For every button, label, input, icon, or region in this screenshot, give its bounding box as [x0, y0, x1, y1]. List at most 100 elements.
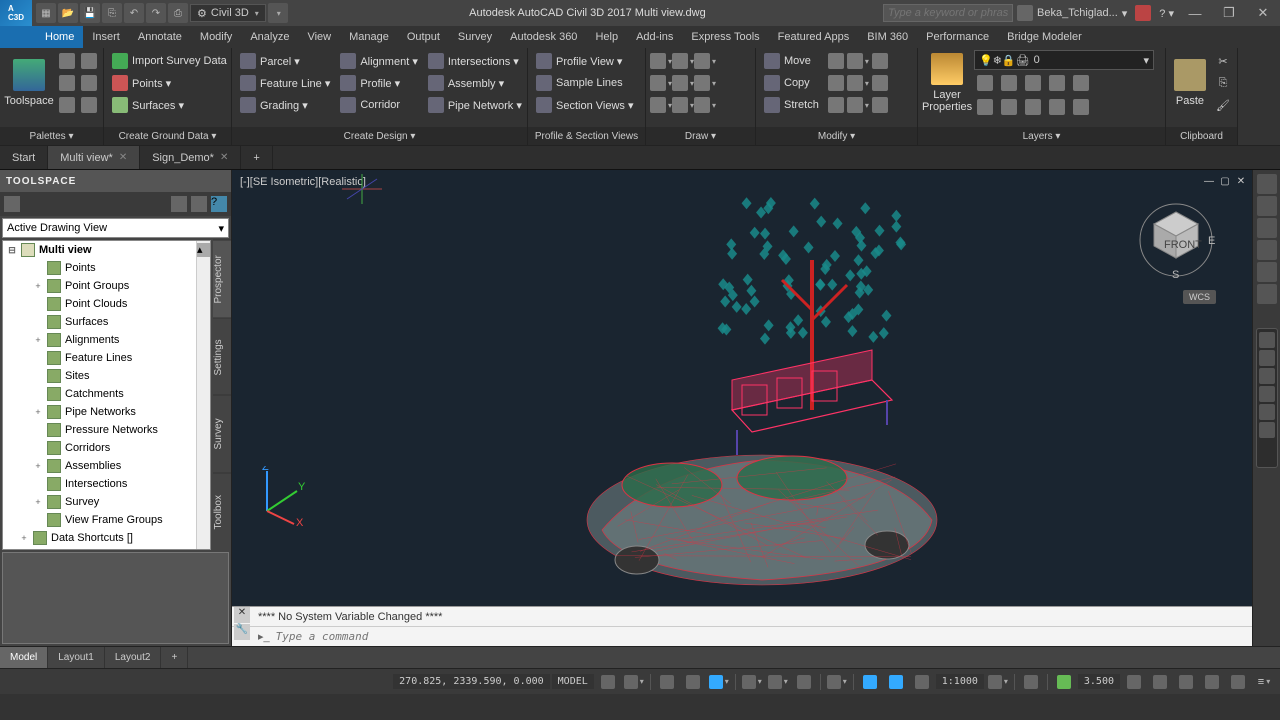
ribbon-tab-modify[interactable]: Modify [191, 26, 241, 48]
layer-tool-icon[interactable] [1070, 72, 1092, 94]
cmdline-close-icon[interactable]: ✕ [234, 607, 250, 623]
toolspace-tool-icon[interactable] [171, 196, 187, 212]
tree-node[interactable]: Corridors [3, 439, 210, 457]
ribbon-tab-autodesk-360[interactable]: Autodesk 360 [501, 26, 586, 48]
toolspace-tab-toolbox[interactable]: Toolbox [213, 473, 231, 551]
palette-icon-2[interactable] [78, 50, 100, 72]
new-tab-button[interactable]: + [241, 146, 272, 169]
toolspace-tab-settings[interactable]: Settings [213, 318, 231, 396]
toolspace-home-icon[interactable] [4, 196, 20, 212]
lineweight-icon[interactable] [825, 672, 849, 692]
profileview-button[interactable]: Profile View ▾ [532, 50, 637, 72]
nav-tool-icon[interactable] [1259, 350, 1275, 366]
nav-tool-icon[interactable] [1259, 422, 1275, 438]
layer-tool-icon[interactable] [974, 96, 996, 118]
file-tab[interactable]: Start [0, 146, 48, 169]
qat-redo-icon[interactable]: ↷ [146, 3, 166, 23]
ribbon-tab-add-ins[interactable]: Add-ins [627, 26, 682, 48]
nav-tool-icon[interactable] [1259, 368, 1275, 384]
trim-icon[interactable] [847, 50, 869, 72]
assembly-button[interactable]: Assembly ▾ [424, 72, 526, 94]
nav-steering-icon[interactable] [1257, 196, 1277, 216]
scale-icon[interactable] [825, 94, 847, 116]
tree-node[interactable]: +Assemblies [3, 457, 210, 475]
tree-scrollbar[interactable]: ▴ [196, 241, 210, 549]
palette-icon-5[interactable] [56, 94, 78, 116]
mirror-icon[interactable] [825, 72, 847, 94]
palette-icon-3[interactable] [56, 72, 78, 94]
qat-undo-icon[interactable]: ↶ [124, 3, 144, 23]
elevation-readout[interactable]: 3.500 [1078, 674, 1120, 689]
ellipse-icon[interactable] [694, 72, 716, 94]
layer-properties-button[interactable]: Layer Properties [922, 50, 972, 116]
fillet-icon[interactable] [847, 72, 869, 94]
3dosnap-icon[interactable] [766, 672, 790, 692]
panel-title-draw[interactable]: Draw ▾ [646, 127, 755, 145]
panel-title-design[interactable]: Create Design ▾ [232, 127, 527, 145]
nav-tool-icon[interactable] [1259, 386, 1275, 402]
tree-node[interactable]: Pressure Networks [3, 421, 210, 439]
gear-icon[interactable] [986, 672, 1010, 692]
toolspace-tab-prospector[interactable]: Prospector [213, 240, 231, 318]
layout-tab[interactable]: Layout2 [105, 647, 162, 668]
exchange-apps-icon[interactable] [1131, 5, 1155, 21]
tree-node[interactable]: Point Clouds [3, 295, 210, 313]
qat-plot-icon[interactable]: ⎙ [168, 3, 188, 23]
stretch-button[interactable]: Stretch [760, 94, 823, 116]
vp-maximize-icon[interactable]: ▢ [1218, 174, 1232, 188]
cut-icon[interactable]: ✂ [1212, 50, 1234, 72]
annotation-scale[interactable]: 1:1000 [936, 674, 984, 689]
alignment-button[interactable]: Alignment ▾ [336, 50, 422, 72]
palette-icon-4[interactable] [78, 72, 100, 94]
tree-node[interactable]: +Survey [3, 493, 210, 511]
grid-icon[interactable] [596, 672, 620, 692]
units-icon[interactable] [1148, 672, 1172, 692]
match-icon[interactable]: 🖌 [1212, 94, 1234, 116]
nav-pan-icon[interactable] [1257, 218, 1277, 238]
tree-node[interactable]: Feature Lines [3, 349, 210, 367]
ribbon-tab-survey[interactable]: Survey [449, 26, 501, 48]
tree-node[interactable]: +Point Groups [3, 277, 210, 295]
layer-selector[interactable]: 💡❄🔒🖨 0▾ [974, 50, 1154, 70]
layer-tool-icon[interactable] [998, 72, 1020, 94]
move-button[interactable]: Move [760, 50, 823, 72]
toolspace-button[interactable]: Toolspace [4, 50, 54, 116]
rotate-icon[interactable] [825, 50, 847, 72]
user-menu[interactable]: Beka_Tchiglad...▾ [1013, 5, 1131, 21]
offset-icon[interactable] [869, 94, 891, 116]
modelspace-toggle[interactable]: MODEL [552, 674, 594, 689]
layer-tool-icon[interactable] [974, 72, 996, 94]
copy-button[interactable]: Copy [760, 72, 823, 94]
layout-add-button[interactable]: + [161, 647, 188, 668]
cmdline-settings-icon[interactable]: 🔧 [234, 624, 250, 640]
ribbon-tab-bim-360[interactable]: BIM 360 [858, 26, 917, 48]
copy-icon[interactable]: ⎘ [1212, 72, 1234, 94]
snapmode-icon[interactable] [622, 672, 646, 692]
layer-tool-icon[interactable] [1046, 96, 1068, 118]
nav-tool-icon[interactable] [1259, 332, 1275, 348]
tree-node[interactable]: +Pipe Networks [3, 403, 210, 421]
nav-zoom-icon[interactable] [1257, 240, 1277, 260]
qat-save-icon[interactable]: 💾 [80, 3, 100, 23]
hardware-icon[interactable] [1174, 672, 1198, 692]
prospector-tree[interactable]: ⊟Multi view Points+Point GroupsPoint Clo… [2, 240, 211, 550]
qat-more-icon[interactable] [268, 3, 288, 23]
ribbon-tab-bridge-modeler[interactable]: Bridge Modeler [998, 26, 1091, 48]
customize-icon[interactable]: ≡ [1252, 672, 1276, 692]
tree-node[interactable]: View Frame Groups [3, 511, 210, 529]
maximize-button[interactable]: ❐ [1212, 0, 1246, 26]
array-icon[interactable] [847, 94, 869, 116]
qat-new-icon[interactable]: ▦ [36, 3, 56, 23]
wcs-badge[interactable]: WCS [1183, 290, 1216, 304]
layer-tool-icon[interactable] [998, 96, 1020, 118]
app-logo[interactable]: AC3D [0, 0, 32, 26]
cleanscreen-icon[interactable] [1226, 672, 1250, 692]
workspace-selector[interactable]: ⚙ Civil 3D [190, 4, 266, 22]
surfaces-button[interactable]: Surfaces ▾ [108, 94, 231, 116]
panel-title-ground[interactable]: Create Ground Data ▾ [104, 127, 231, 145]
drawing-view-selector[interactable]: Active Drawing View▾ [2, 218, 229, 238]
close-button[interactable]: ✕ [1246, 0, 1280, 26]
dyn-input-icon[interactable] [1019, 672, 1043, 692]
tree-node[interactable]: +Data Shortcuts [] [3, 529, 210, 547]
ribbon-tab-featured-apps[interactable]: Featured Apps [769, 26, 859, 48]
